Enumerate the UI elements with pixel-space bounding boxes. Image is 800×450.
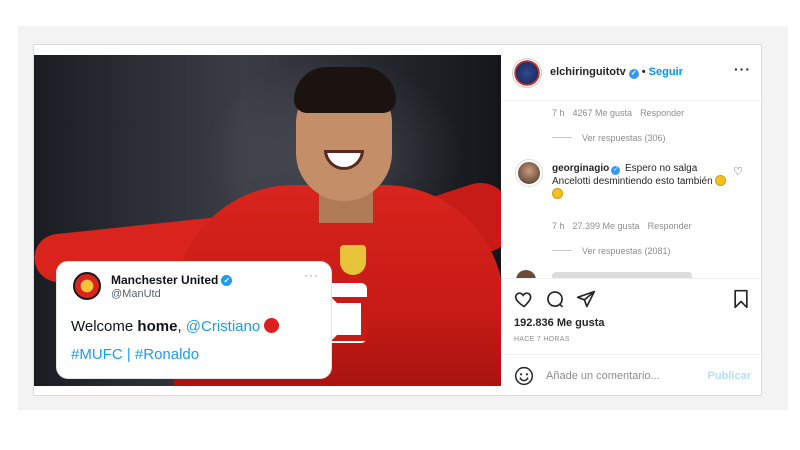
add-comment-bar: Publicar <box>502 354 763 398</box>
reply-button[interactable]: Responder <box>648 221 692 231</box>
more-horizontal-icon[interactable]: ··· <box>734 61 751 77</box>
comment-icon[interactable] <box>545 289 565 309</box>
heart-icon[interactable] <box>514 289 534 309</box>
tweet-author-name: Manchester United ✓ <box>111 273 233 287</box>
verified-badge-icon: ✓ <box>221 275 233 286</box>
tweet-author-handle: @ManUtd <box>111 288 161 300</box>
reply-button[interactable]: Responder <box>640 108 684 118</box>
likes-count[interactable]: 192.836 Me gusta <box>514 317 605 329</box>
grimacing-emoji-icon <box>715 175 727 186</box>
follow-button[interactable]: Seguir <box>649 66 683 78</box>
grinning-sweat-emoji-icon <box>552 188 563 199</box>
next-commenter-avatar[interactable] <box>516 270 536 278</box>
smile-icon[interactable] <box>514 366 534 386</box>
post-actions: 192.836 Me gusta HACE 7 HORAS Publicar <box>502 278 763 397</box>
comment-input[interactable] <box>546 368 696 384</box>
post-photo[interactable]: Manchester United ✓ @ManUtd ··· Welcome h… <box>34 55 501 386</box>
account-username[interactable]: elchiringuitotv <box>550 66 626 78</box>
verified-badge-icon: ✓ <box>628 69 639 79</box>
tweet-mention: @Cristiano <box>185 318 261 335</box>
comment-meta: 7 h 4267 Me gusta Responder <box>552 108 685 118</box>
comment-body: georginagio ✓ Espero no salga Ancelotti d… <box>552 162 730 201</box>
post-sidebar: elchiringuitotv ✓ • Seguir ··· 7 h 4267 Me g… <box>502 45 763 397</box>
commenter-username[interactable]: georginagio <box>552 163 609 174</box>
manchester-united-logo-icon <box>73 272 101 300</box>
embedded-tweet-card: Manchester United ✓ @ManUtd ··· Welcome h… <box>56 261 332 379</box>
instagram-post: Manchester United ✓ @ManUtd ··· Welcome h… <box>33 44 763 397</box>
publish-button[interactable]: Publicar <box>708 370 751 382</box>
commenter-avatar[interactable] <box>516 160 542 186</box>
club-crest-on-shirt <box>340 245 366 275</box>
comment-like-heart-icon[interactable]: ♡ <box>733 165 743 178</box>
post-header: elchiringuitotv ✓ • Seguir ··· <box>502 45 763 101</box>
replies-divider <box>552 250 572 251</box>
view-replies-button[interactable]: Ver respuestas (306) <box>552 133 666 143</box>
comment-meta: 7 h 27.399 Me gusta Responder <box>552 221 692 231</box>
verified-badge-icon: ✓ <box>611 166 621 175</box>
account-username-row: elchiringuitotv ✓ • Seguir <box>550 66 683 79</box>
comments-list[interactable]: 7 h 4267 Me gusta Responder Ver respuestas… <box>502 102 763 278</box>
post-timestamp: HACE 7 HORAS <box>514 336 570 343</box>
replies-divider <box>552 137 572 138</box>
red-circle-emoji-icon <box>264 318 280 333</box>
tweet-hashtags: #MUFC | #Ronaldo <box>71 346 200 363</box>
account-avatar[interactable] <box>512 58 542 88</box>
player-hair <box>294 67 396 113</box>
tweet-text: Welcome home, @Cristiano <box>71 318 280 335</box>
separator-dot: • <box>641 66 646 78</box>
tweet-more-icon: ··· <box>304 268 319 282</box>
view-replies-button[interactable]: Ver respuestas (2081) <box>552 246 671 256</box>
bookmark-icon[interactable] <box>731 289 751 309</box>
paper-plane-icon[interactable] <box>576 289 596 309</box>
